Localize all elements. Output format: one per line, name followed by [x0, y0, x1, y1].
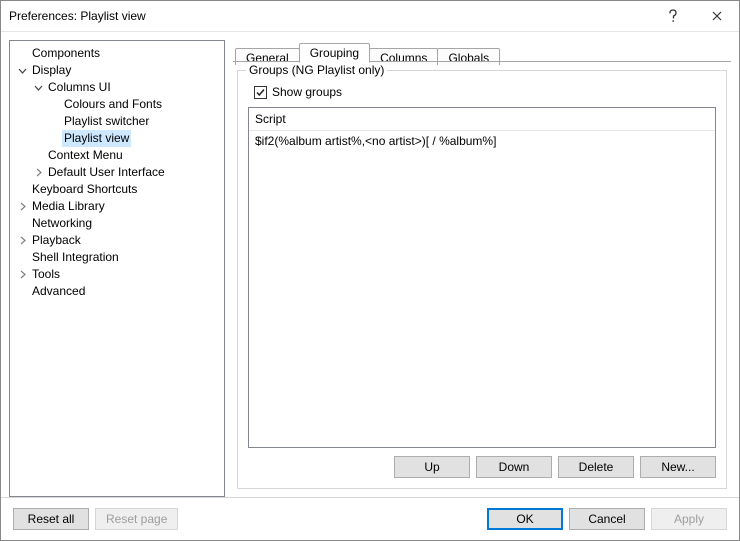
up-button[interactable]: Up [394, 456, 470, 478]
chevron-right-icon[interactable] [16, 201, 28, 213]
nav-tree[interactable]: ComponentsDisplayColumns UIColours and F… [9, 40, 225, 497]
group-buttons: Up Down Delete New... [248, 456, 716, 478]
listview-header[interactable]: Script [249, 108, 715, 131]
tree-item-label: Default User Interface [46, 164, 167, 181]
tree-twisty-empty [48, 99, 60, 111]
show-groups-row: Show groups [248, 85, 716, 99]
script-listview[interactable]: Script $if2(%album artist%,<no artist>)[… [248, 107, 716, 448]
tree-item-label: Networking [30, 215, 94, 232]
close-button[interactable] [695, 1, 739, 31]
chevron-down-icon[interactable] [32, 82, 44, 94]
tree-item[interactable]: Components [10, 45, 224, 62]
titlebar: Preferences: Playlist view [1, 1, 739, 32]
tree-item-label: Shell Integration [30, 249, 121, 266]
tabbar: GeneralGroupingColumnsGlobals [233, 40, 731, 62]
tree-twisty-empty [16, 286, 28, 298]
preferences-window: Preferences: Playlist view ComponentsDis… [0, 0, 740, 541]
chevron-right-icon[interactable] [16, 235, 28, 247]
bottom-bar: Reset all Reset page OK Cancel Apply [1, 497, 739, 540]
tree-twisty-empty [32, 150, 44, 162]
show-groups-checkbox[interactable] [254, 86, 267, 99]
tree-twisty-empty [48, 116, 60, 128]
checkmark-icon [255, 87, 266, 98]
reset-page-button[interactable]: Reset page [95, 508, 178, 530]
tree-item-label: Columns UI [46, 79, 113, 96]
tree-item[interactable]: Playlist switcher [10, 113, 224, 130]
reset-all-button[interactable]: Reset all [13, 508, 89, 530]
tree-item[interactable]: Networking [10, 215, 224, 232]
tree-item-label: Components [30, 45, 102, 62]
groupbox-legend: Groups (NG Playlist only) [246, 63, 387, 77]
chevron-right-icon[interactable] [32, 167, 44, 179]
tab-panel-grouping: Groups (NG Playlist only) Show groups [233, 62, 731, 497]
tree-twisty-empty [16, 48, 28, 60]
listview-header-script: Script [255, 112, 286, 126]
cancel-button[interactable]: Cancel [569, 508, 645, 530]
tree-item[interactable]: Tools [10, 266, 224, 283]
tree-item-label: Keyboard Shortcuts [30, 181, 139, 198]
tree-item-label: Playback [30, 232, 83, 249]
tree-item-label: Playlist switcher [62, 113, 151, 130]
tree-item[interactable]: Default User Interface [10, 164, 224, 181]
groups-groupbox: Groups (NG Playlist only) Show groups [237, 70, 727, 489]
main-area: ComponentsDisplayColumns UIColours and F… [1, 32, 739, 497]
delete-button[interactable]: Delete [558, 456, 634, 478]
ok-button[interactable]: OK [487, 508, 563, 530]
chevron-right-icon[interactable] [16, 269, 28, 281]
list-row-text: $if2(%album artist%,<no artist>)[ / %alb… [255, 134, 496, 148]
tree-item[interactable]: Playlist view [10, 130, 224, 147]
tree-item-label: Context Menu [46, 147, 125, 164]
tree-item[interactable]: Playback [10, 232, 224, 249]
tree-item-label: Colours and Fonts [62, 96, 164, 113]
new-button[interactable]: New... [640, 456, 716, 478]
tree-item[interactable]: Media Library [10, 198, 224, 215]
tree-twisty-empty [16, 184, 28, 196]
tab-globals[interactable]: Globals [437, 48, 500, 65]
tree-item[interactable]: Colours and Fonts [10, 96, 224, 113]
apply-button[interactable]: Apply [651, 508, 727, 530]
list-row[interactable]: $if2(%album artist%,<no artist>)[ / %alb… [249, 131, 715, 151]
help-button[interactable] [651, 1, 695, 31]
tree-item[interactable]: Advanced [10, 283, 224, 300]
tree-item-label: Tools [30, 266, 62, 283]
tree-item-label: Playlist view [62, 130, 131, 147]
tree-item[interactable]: Shell Integration [10, 249, 224, 266]
content-panel: GeneralGroupingColumnsGlobals Groups (NG… [233, 40, 731, 497]
tree-item-label: Media Library [30, 198, 107, 215]
chevron-down-icon[interactable] [16, 65, 28, 77]
down-button[interactable]: Down [476, 456, 552, 478]
dialog-body: ComponentsDisplayColumns UIColours and F… [1, 32, 739, 540]
tree-item[interactable]: Context Menu [10, 147, 224, 164]
tab-label: Grouping [310, 46, 359, 60]
window-title: Preferences: Playlist view [9, 9, 651, 23]
tree-item[interactable]: Columns UI [10, 79, 224, 96]
tab-label: Globals [448, 51, 489, 65]
tab-grouping[interactable]: Grouping [299, 43, 370, 63]
tree-item-label: Display [30, 62, 73, 79]
tree-twisty-empty [16, 218, 28, 230]
tree-item[interactable]: Keyboard Shortcuts [10, 181, 224, 198]
tree-twisty-empty [48, 133, 60, 145]
tree-twisty-empty [16, 252, 28, 264]
tree-item[interactable]: Display [10, 62, 224, 79]
show-groups-label[interactable]: Show groups [272, 85, 342, 99]
tree-item-label: Advanced [30, 283, 87, 300]
